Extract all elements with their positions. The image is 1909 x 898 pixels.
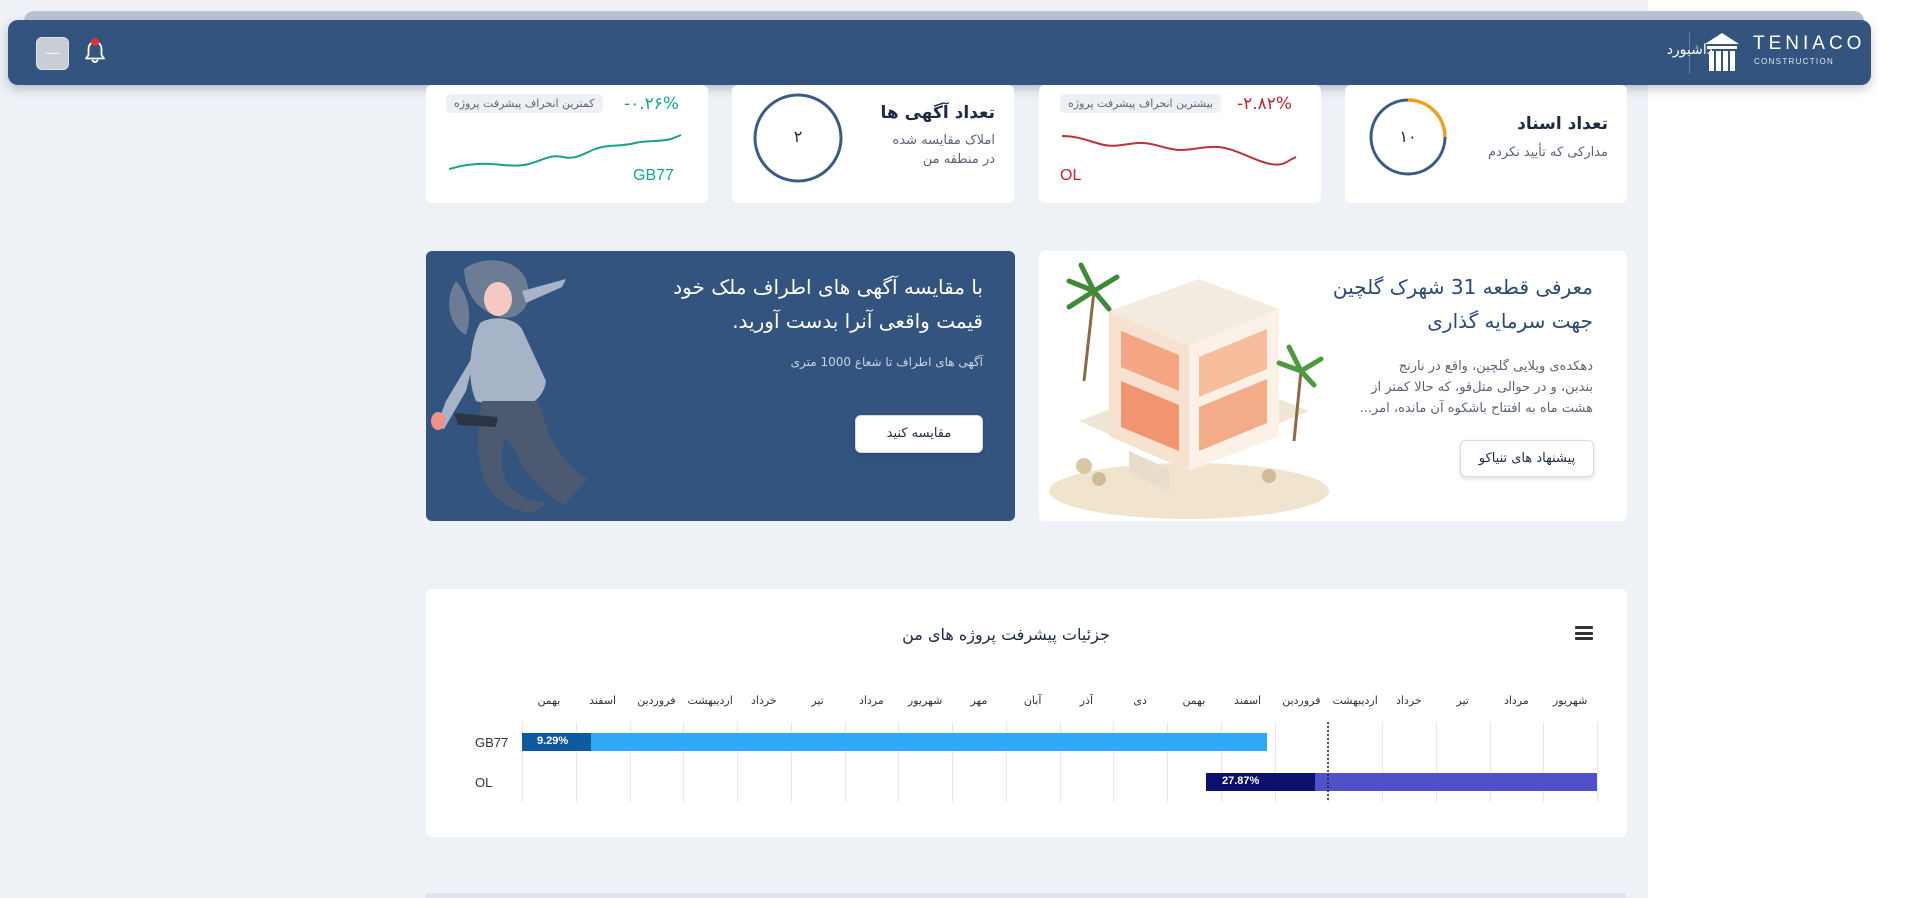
gantt-month-label: اردیبهشت	[687, 694, 733, 707]
gantt-month-label: فروردین	[637, 694, 676, 707]
progress-chart-title: جزئیات پیشرفت پروژه های من	[902, 625, 1110, 644]
gantt-month-label: دی	[1133, 694, 1147, 707]
project-promo-text-line2: بندبن، و در حوالی متل‌قو، که حالا کمتر ا…	[1371, 380, 1593, 395]
logo-name: TENIACO	[1753, 33, 1866, 54]
gantt-month-label: مرداد	[1503, 694, 1529, 707]
logo-subtitle: CONSTRUCTION	[1754, 57, 1835, 66]
compare-promo-title-line2: قیمت واقعی آنرا بدست آورید.	[732, 309, 983, 333]
gantt-month-label: تیر	[811, 694, 824, 707]
gb77-progress-label: 9.29%	[537, 735, 569, 747]
max-deviation-card[interactable]: بیشترین انحراف پیشرفت پروژه -۲.۸۲% OL	[1039, 85, 1321, 203]
right-side-panel	[1648, 0, 1909, 898]
compare-button[interactable]: مقایسه کنید	[855, 415, 983, 453]
gantt-month-label: فروردین	[1282, 694, 1321, 707]
max-deviation-code: OL	[1060, 167, 1082, 184]
documents-title: تعداد اسناد	[1517, 114, 1608, 134]
gantt-month-label: آذر	[1079, 694, 1094, 707]
nav-dashboard-link[interactable]: داشبورد	[1603, 42, 1713, 58]
chart-menu-icon[interactable]	[1575, 626, 1593, 640]
ol-progress-label: 27.87%	[1222, 775, 1260, 787]
ads-subtitle-line1: املاک مقایسه شده	[892, 133, 995, 148]
gantt-row-label-gb77: GB77	[475, 735, 509, 750]
today-marker	[1327, 722, 1329, 802]
gantt-month-label: اردیبهشت	[1332, 694, 1378, 707]
compare-promo-subtitle: آگهی های اطراف تا شعاع 1000 متری	[790, 355, 983, 369]
gantt-month-label: بهمن	[1182, 694, 1206, 707]
ads-stat-card[interactable]: تعداد آگهی ها املاک مقایسه شده در منطقه …	[732, 85, 1014, 203]
next-section-edge	[426, 893, 1626, 898]
gantt-month-label: بهمن	[537, 694, 561, 707]
gantt-month-label: شهریور	[1552, 694, 1588, 707]
teniaco-logo-icon	[1705, 33, 1739, 71]
gantt-month-label: شهریور	[907, 694, 943, 707]
gantt-month-label: خرداد	[751, 694, 777, 707]
min-deviation-code: GB77	[633, 167, 674, 184]
nav-divider	[1689, 32, 1690, 74]
notification-dot	[91, 38, 99, 46]
gantt-month-label: مهر	[970, 694, 988, 707]
top-navbar: — داشبورد TENIACO CONSTRUCTION	[8, 20, 1871, 85]
gantt-month-label: آبان	[1023, 694, 1042, 707]
gantt-month-label: اسفند	[589, 694, 617, 707]
villa-illustration	[1049, 262, 1329, 519]
documents-stat-card[interactable]: تعداد اسناد مدارکی که تأیید نکردم ۱۰	[1345, 85, 1627, 203]
gb77-bar[interactable]	[522, 733, 1267, 751]
compare-promo-card[interactable]: با مقایسه آگهی های اطراف ملک خود قیمت وا…	[426, 251, 1015, 521]
min-deviation-pill: کمترین انحراف پیشرفت پروژه	[446, 94, 603, 113]
gantt-month-label: اسفند	[1234, 694, 1262, 707]
gantt-month-label: خرداد	[1396, 694, 1422, 707]
min-deviation-card[interactable]: کمترین انحراف پیشرفت پروژه -۰.۲۶% GB77	[426, 85, 708, 203]
ads-title: تعداد آگهی ها	[880, 103, 996, 123]
max-deviation-percent: -۲.۸۲%	[1237, 94, 1293, 114]
gantt-month-label: مرداد	[858, 694, 884, 707]
max-deviation-sparkline	[1062, 135, 1297, 166]
gantt-row-label-ol: OL	[475, 775, 493, 790]
gantt-month-label: تیر	[1456, 694, 1469, 707]
documents-subtitle: مدارکی که تأیید نکردم	[1487, 145, 1608, 160]
max-deviation-pill: بیشترین انحراف پیشرفت پروژه	[1060, 94, 1222, 113]
menu-button[interactable]: —	[36, 37, 69, 70]
project-promo-text-line1: دهکده‌ی ویلایی گلچین، واقع در نارنج	[1398, 359, 1593, 374]
compare-promo-title-line1: با مقایسه آگهی های اطراف ملک خود	[673, 275, 983, 299]
project-promo-card[interactable]: معرفی قطعه 31 شهرک گلچین جهت سرمایه گذار…	[1039, 251, 1627, 521]
ads-subtitle-line2: در منطقه من	[922, 152, 995, 167]
ads-count: ۲	[793, 127, 803, 146]
teniaco-offers-button[interactable]: پیشنهاد های تنیاکو	[1460, 440, 1594, 477]
notification-button[interactable]	[82, 38, 108, 66]
woman-illustration	[431, 260, 588, 513]
project-promo-text-line3: هشت ماه به افتتاح باشکوه آن مانده، امر..…	[1359, 401, 1593, 416]
documents-count: ۱۰	[1399, 127, 1417, 146]
gantt-gridline	[1597, 722, 1598, 802]
min-deviation-percent: -۰.۲۶%	[624, 94, 680, 114]
